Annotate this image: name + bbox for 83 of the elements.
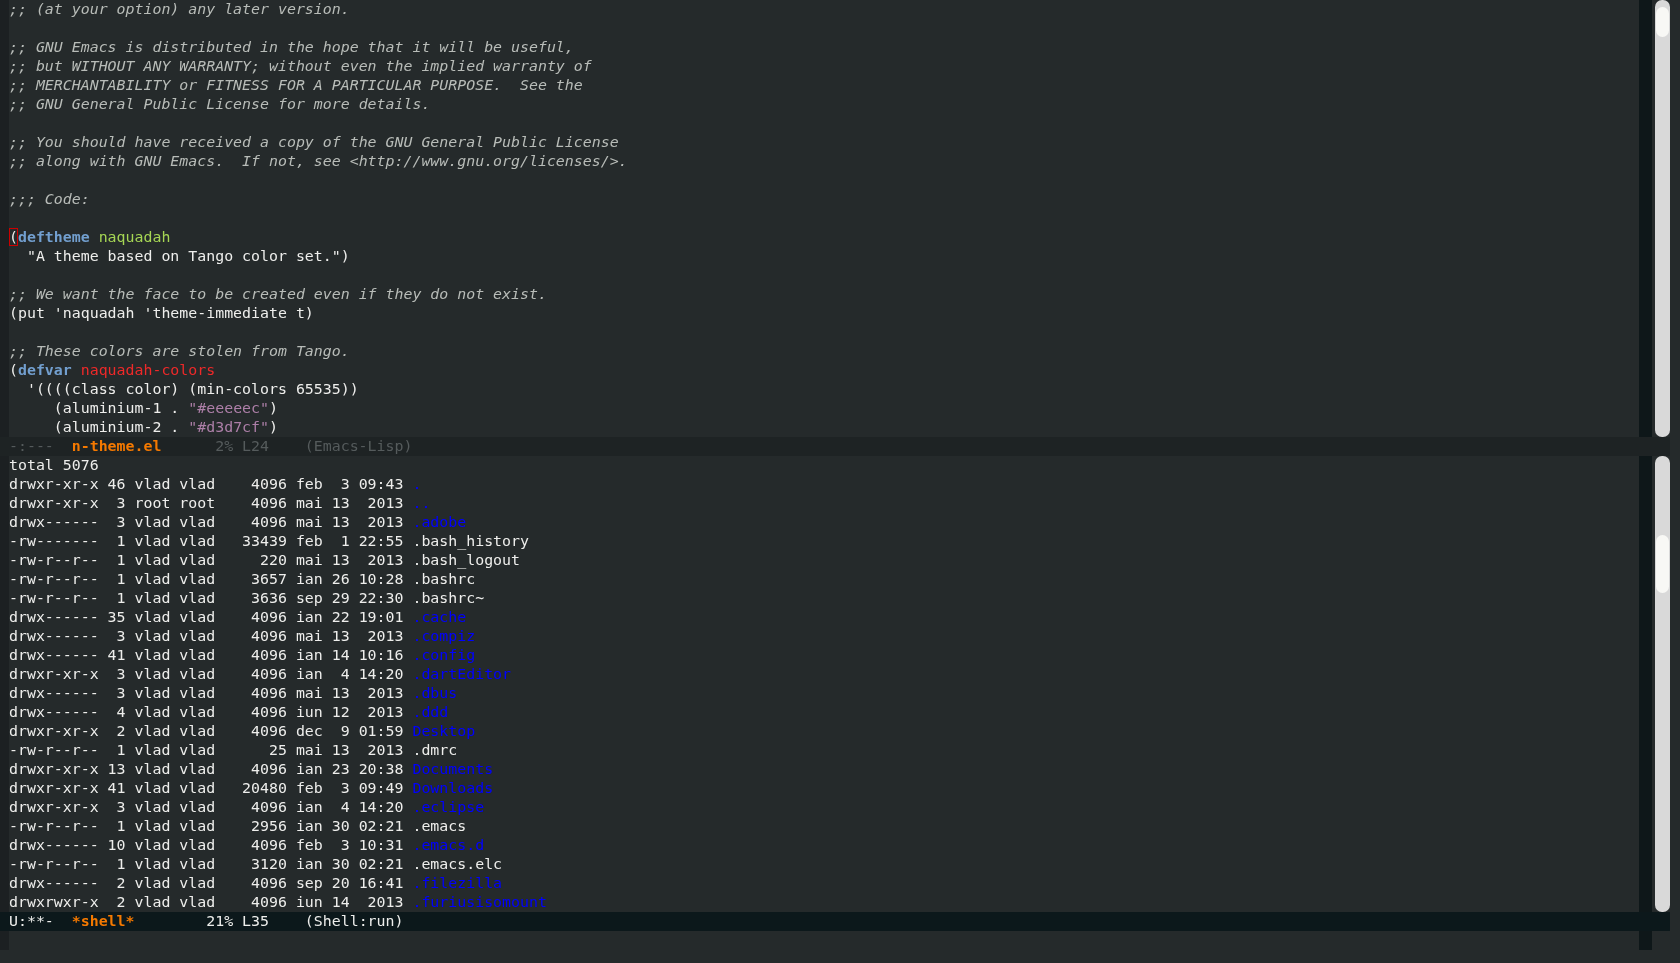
major-mode: (Shell:run) (304, 912, 404, 931)
total-line: total 5076 (9, 456, 99, 474)
variable-name: naquadah-colors (80, 361, 216, 379)
file-info: -rw------- 1 vlad vlad 33439 feb 1 22:55 (9, 532, 404, 550)
file-info: drwxr-xr-x 13 vlad vlad 4096 ian 23 20:38 (9, 760, 404, 778)
scrollbar-track[interactable] (1655, 0, 1670, 437)
buffer-status: U:**- (9, 912, 54, 931)
file-info: drwx------ 3 vlad vlad 4096 mai 13 2013 (9, 684, 404, 702)
file-info: drwx------ 41 vlad vlad 4096 ian 14 10:16 (9, 646, 404, 664)
file-info: drwxrwxr-x 2 vlad vlad 4096 iun 14 2013 (9, 893, 404, 911)
code-comment: ;; We want the face to be created even if they do not exist. (9, 285, 547, 303)
file-info: -rw-r--r-- 1 vlad vlad 220 mai 13 2013 (9, 551, 404, 569)
code-comment: ;; These colors are stolen from Tango. (9, 342, 350, 360)
file-info: drwxr-xr-x 41 vlad vlad 20480 feb 3 09:49 (9, 779, 404, 797)
file-info: drwxr-xr-x 3 vlad vlad 4096 ian 4 14:20 (9, 798, 404, 816)
directory-name: .cache (412, 608, 467, 626)
buffer-status: -:--- (9, 437, 54, 456)
cursor-position: 2% L24 (214, 437, 269, 456)
directory-name: .filezilla (412, 874, 503, 892)
file-name: .bash_logout (412, 551, 520, 569)
file-info: drwx------ 4 vlad vlad 4096 iun 12 2013 (9, 703, 404, 721)
file-info: drwxr-xr-x 3 vlad vlad 4096 ian 4 14:20 (9, 665, 404, 683)
file-info: drwx------ 3 vlad vlad 4096 mai 13 2013 (9, 513, 404, 531)
code-comment: ;; along with GNU Emacs. If not, see <http://www.gnu.org/licenses/>. (9, 152, 628, 170)
file-info: drwxr-xr-x 2 vlad vlad 4096 dec 9 01:59 (9, 722, 404, 740)
directory-name: Downloads (412, 779, 494, 797)
file-info: -rw-r--r-- 1 vlad vlad 25 mai 13 2013 (9, 741, 404, 759)
file-info: drwx------ 3 vlad vlad 4096 mai 13 2013 (9, 627, 404, 645)
file-info: drwx------ 35 vlad vlad 4096 ian 22 19:01 (9, 608, 404, 626)
directory-name: .. (412, 494, 431, 512)
directory-name: Desktop (412, 722, 476, 740)
code-comment: ;; GNU Emacs is distributed in the hope that it will be useful, (9, 38, 574, 56)
scrollbar-thumb[interactable] (1656, 535, 1669, 593)
buffer-name: n-theme.el (71, 437, 163, 456)
code-text: "A theme based on Tango color set.") (25, 247, 350, 265)
directory-name: .config (412, 646, 476, 664)
code-keyword: deftheme (17, 228, 90, 246)
code-text: ) (269, 418, 278, 436)
buffer-name: *shell* (71, 912, 136, 931)
file-info: -rw-r--r-- 1 vlad vlad 2956 ian 30 02:21 (9, 817, 404, 835)
scrollbar-track[interactable] (1655, 456, 1670, 912)
code-comment: ;; (at your option) any later version. (9, 0, 350, 18)
directory-name: .adobe (412, 513, 467, 531)
file-info: drwxr-xr-x 3 root root 4096 mai 13 2013 (9, 494, 404, 512)
file-info: drwxr-xr-x 46 vlad vlad 4096 feb 3 09:43 (9, 475, 404, 493)
code-text: ) (269, 399, 278, 417)
directory-name: .dbus (412, 684, 458, 702)
file-info: -rw-r--r-- 1 vlad vlad 3120 ian 30 02:21 (9, 855, 404, 873)
code-comment: ;; MERCHANTABILITY or FITNESS FOR A PARTICULAR PURPOSE. See the (9, 76, 583, 94)
code-comment: ;; GNU General Public License for more details. (9, 95, 431, 113)
cursor-position: 21% L35 (206, 912, 269, 931)
file-name: .emacs.elc (412, 855, 503, 873)
string-literal: "#eeeeec" (188, 399, 269, 417)
file-name: .emacs (412, 817, 467, 835)
file-name: .bashrc~ (412, 589, 485, 607)
scrollbar-thumb[interactable] (1656, 7, 1669, 37)
directory-name: .dartEditor (412, 665, 512, 683)
code-text: (aluminium-2 . (52, 418, 181, 436)
directory-name: .furiusisomount (412, 893, 547, 911)
directory-name: .emacs.d (412, 836, 485, 854)
directory-name: .compiz (412, 627, 476, 645)
code-text: (put 'naquadah 'theme-immediate t) (9, 304, 314, 322)
code-keyword: defvar (17, 361, 72, 379)
code-text: ( (9, 361, 18, 379)
major-mode: (Emacs-Lisp) (304, 437, 413, 456)
code-text: '((((class color) (min-colors 65535)) (25, 380, 359, 398)
code-text: (aluminium-1 . (52, 399, 181, 417)
file-info: drwx------ 2 vlad vlad 4096 sep 20 16:41 (9, 874, 404, 892)
file-name: .bash_history (412, 532, 529, 550)
file-info: drwx------ 10 vlad vlad 4096 feb 3 10:31 (9, 836, 404, 854)
function-name: naquadah (98, 228, 171, 246)
directory-name: .ddd (412, 703, 449, 721)
code-comment: ;;; Code: (9, 190, 90, 208)
file-info: -rw-r--r-- 1 vlad vlad 3657 ian 26 10:28 (9, 570, 404, 588)
file-info: -rw-r--r-- 1 vlad vlad 3636 sep 29 22:30 (9, 589, 404, 607)
code-comment: ;; You should have received a copy of the GNU General Public License (9, 133, 619, 151)
file-name: .bashrc (412, 570, 476, 588)
code-comment: ;; but WITHOUT ANY WARRANTY; without even the implied warranty of (9, 57, 592, 75)
file-name: .dmrc (412, 741, 458, 759)
directory-name: Documents (412, 760, 494, 778)
directory-name: . (412, 475, 422, 493)
string-literal: "#d3d7cf" (188, 418, 269, 436)
directory-name: .eclipse (412, 798, 485, 816)
